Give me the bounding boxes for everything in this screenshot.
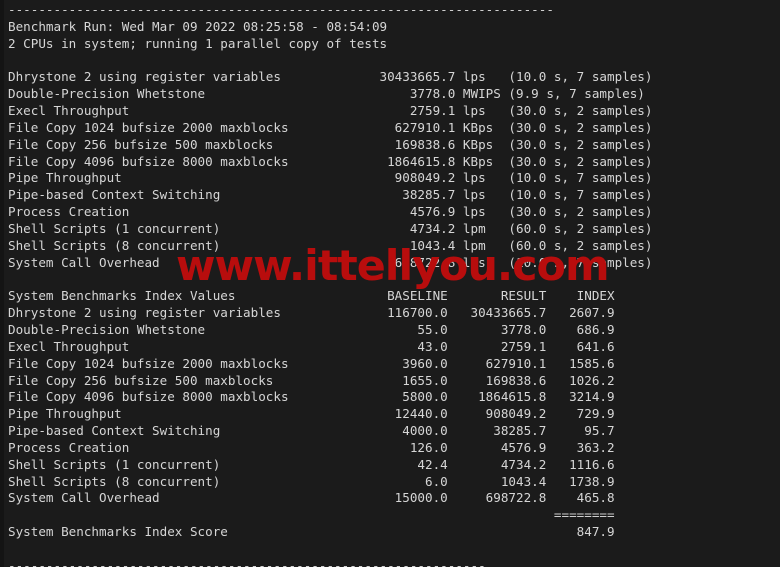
index-table-row: Dhrystone 2 using register variables 116… xyxy=(8,305,615,321)
terminal-screen: ----------------------------------------… xyxy=(0,0,652,567)
result-row: Shell Scripts (8 concurrent) 1043.4 lpm … xyxy=(8,237,653,253)
terminal-window: ----------------------------------------… xyxy=(0,0,780,567)
index-table-row: File Copy 1024 bufsize 2000 maxblocks 39… xyxy=(8,355,615,371)
cpu-info-line: 2 CPUs in system; running 1 parallel cop… xyxy=(8,35,388,51)
result-row: Pipe Throughput 908049.2 lps (10.0 s, 7 … xyxy=(8,170,653,186)
result-row: Execl Throughput 2759.1 lps (30.0 s, 2 s… xyxy=(8,103,653,119)
result-row: Double-Precision Whetstone 3778.0 MWIPS … xyxy=(8,86,645,102)
bottom-divider: ----------------------------------------… xyxy=(8,557,486,567)
index-table-row: Shell Scripts (1 concurrent) 42.4 4734.2… xyxy=(8,456,615,472)
benchmark-run-line: Benchmark Run: Wed Mar 09 2022 08:25:58 … xyxy=(8,18,388,34)
result-row: File Copy 4096 bufsize 8000 maxblocks 18… xyxy=(8,153,653,169)
spacer-before-bottom xyxy=(8,541,652,558)
index-table-row: Double-Precision Whetstone 55.0 3778.0 6… xyxy=(8,322,615,338)
result-row: Pipe-based Context Switching 38285.7 lps… xyxy=(8,187,653,203)
result-row: Shell Scripts (1 concurrent) 4734.2 lpm … xyxy=(8,220,653,236)
result-row: File Copy 256 bufsize 500 maxblocks 1698… xyxy=(8,136,653,152)
result-row: System Call Overhead 698722.8 lps (10.0 … xyxy=(8,254,653,270)
equals-divider: ======== xyxy=(8,507,615,523)
index-table-row: File Copy 256 bufsize 500 maxblocks 1655… xyxy=(8,372,615,388)
top-divider: ----------------------------------------… xyxy=(8,2,554,17)
index-table-row: System Call Overhead 15000.0 698722.8 46… xyxy=(8,490,615,506)
result-row: Process Creation 4576.9 lps (30.0 s, 2 s… xyxy=(8,204,653,220)
result-row: Dhrystone 2 using register variables 304… xyxy=(8,69,653,85)
index-table-row: Pipe-based Context Switching 4000.0 3828… xyxy=(8,423,615,439)
index-score-line: System Benchmarks Index Score 847.9 xyxy=(8,524,615,540)
index-table-header: System Benchmarks Index Values BASELINE … xyxy=(8,288,615,304)
result-row: File Copy 1024 bufsize 2000 maxblocks 62… xyxy=(8,119,653,135)
spacer-before-index-table xyxy=(8,272,652,289)
index-table-row: Pipe Throughput 12440.0 908049.2 729.9 xyxy=(8,406,615,422)
index-table-row: File Copy 4096 bufsize 8000 maxblocks 58… xyxy=(8,389,615,405)
index-table-row: Process Creation 126.0 4576.9 363.2 xyxy=(8,439,615,455)
spacer-after-header xyxy=(8,53,652,70)
index-table-row: Execl Throughput 43.0 2759.1 641.6 xyxy=(8,338,615,354)
index-table-row: Shell Scripts (8 concurrent) 6.0 1043.4 … xyxy=(8,473,615,489)
